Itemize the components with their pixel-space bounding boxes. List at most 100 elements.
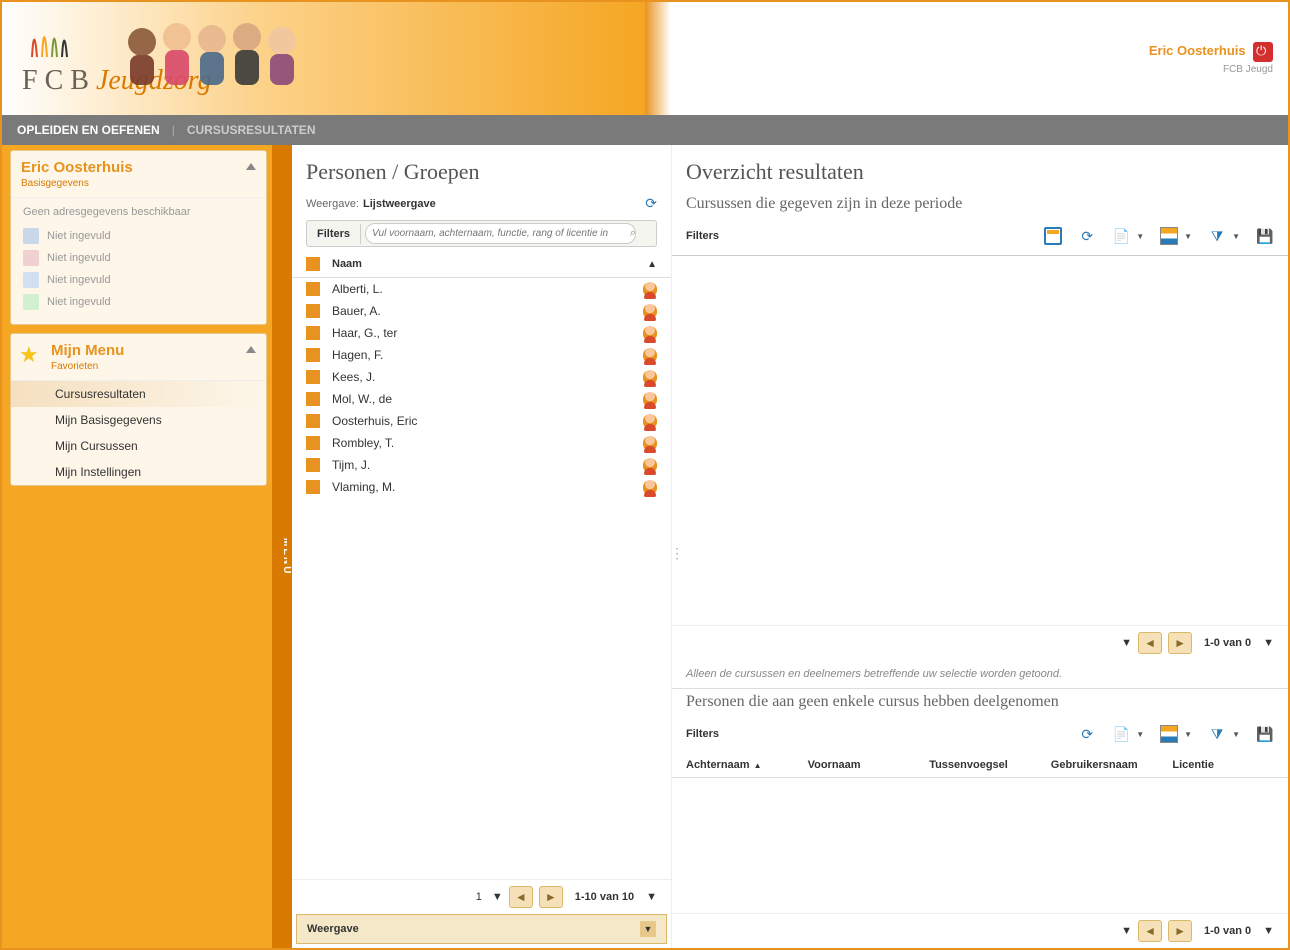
- row-checkbox[interactable]: [306, 458, 320, 472]
- menu-item-instellingen[interactable]: Mijn Instellingen: [11, 459, 266, 485]
- filter-dropdown-icon[interactable]: ▼: [1232, 730, 1240, 739]
- menu-item-basisgegevens[interactable]: Mijn Basisgegevens: [11, 407, 266, 433]
- person-row[interactable]: Bauer, A.: [292, 300, 671, 322]
- menu-list: Cursusresultaten Mijn Basisgegevens Mijn…: [11, 381, 266, 485]
- person-icon: [643, 480, 657, 494]
- export-dropdown-icon[interactable]: ▼: [1136, 730, 1144, 739]
- persons-table-header: Achternaam ▲ Voornaam Tussenvoegsel Gebr…: [672, 753, 1288, 778]
- export-icon[interactable]: 📄: [1112, 725, 1130, 743]
- logout-button[interactable]: [1253, 42, 1273, 62]
- next-page-button[interactable]: ►: [1168, 920, 1192, 942]
- save-icon[interactable]: 💾: [1256, 227, 1274, 245]
- filter-dropdown-icon[interactable]: ▼: [1232, 232, 1240, 241]
- courses-toolbar: Filters ⟳ 📄 ▼ ▼ ⧩ ▼ 💾: [672, 221, 1288, 256]
- col-voornaam[interactable]: Voornaam: [808, 759, 910, 771]
- prev-page-button[interactable]: ◄: [1138, 632, 1162, 654]
- menu-item-cursussen[interactable]: Mijn Cursussen: [11, 433, 266, 459]
- name-column-header[interactable]: Naam: [332, 258, 362, 270]
- collapse-up-icon[interactable]: [246, 163, 256, 170]
- person-row[interactable]: Hagen, F.: [292, 344, 671, 366]
- col-tussenvoegsel[interactable]: Tussenvoegsel: [929, 759, 1031, 771]
- weergave-label: Weergave: [307, 923, 359, 935]
- header-user-block: Eric Oosterhuis FCB Jeugd: [1149, 42, 1273, 75]
- nav-sub[interactable]: CURSUSRESULTATEN: [187, 123, 316, 137]
- columns-dropdown-icon[interactable]: ▼: [1184, 730, 1192, 739]
- row-checkbox[interactable]: [306, 480, 320, 494]
- clear-filter-icon[interactable]: ⌕: [630, 227, 636, 240]
- page-size-dropdown-icon[interactable]: ▼: [1263, 925, 1274, 937]
- next-page-button[interactable]: ►: [539, 886, 563, 908]
- star-icon: ★: [19, 342, 39, 368]
- person-row[interactable]: Kees, J.: [292, 366, 671, 388]
- calendar-icon[interactable]: [1044, 227, 1062, 245]
- sort-asc-icon[interactable]: ▲: [647, 259, 657, 270]
- courses-empty-area: [672, 256, 1288, 625]
- person-row[interactable]: Haar, G., ter: [292, 322, 671, 344]
- logo-squiggle-icon: [22, 12, 82, 62]
- row-checkbox[interactable]: [306, 436, 320, 450]
- next-page-button[interactable]: ►: [1168, 632, 1192, 654]
- refresh-icon[interactable]: ⟳: [645, 195, 657, 212]
- row-checkbox[interactable]: [306, 304, 320, 318]
- row-checkbox[interactable]: [306, 326, 320, 340]
- export-icon[interactable]: 📄: [1112, 227, 1130, 245]
- filter-input[interactable]: [365, 223, 636, 244]
- prev-page-button[interactable]: ◄: [1138, 920, 1162, 942]
- filter-funnel-icon[interactable]: ⧩: [1208, 725, 1226, 743]
- person-icon: [643, 370, 657, 384]
- page-range: 1-0 van 0: [1204, 637, 1251, 649]
- col-licentie[interactable]: Licentie: [1172, 759, 1274, 771]
- persons-pager-bottom: ▼ ◄ ► 1-0 van 0 ▼: [672, 913, 1288, 948]
- columns-icon[interactable]: [1160, 227, 1178, 245]
- nav-main[interactable]: OPLEIDEN EN OEFENEN: [17, 123, 160, 137]
- menu-panel-subtitle: Favorieten: [51, 361, 124, 372]
- page-dropdown-icon[interactable]: ▼: [1121, 925, 1132, 937]
- info-line-card: Niet ingevuld: [23, 294, 254, 310]
- page-dropdown-icon[interactable]: ▼: [1121, 637, 1132, 649]
- collapse-up-icon[interactable]: [246, 346, 256, 353]
- row-checkbox[interactable]: [306, 282, 320, 296]
- content-area: Personen / Groepen Weergave: Lijstweerga…: [292, 145, 1288, 948]
- main-layout: Eric Oosterhuis Basisgegevens Geen adres…: [2, 145, 1288, 948]
- page-size-dropdown-icon[interactable]: ▼: [646, 891, 657, 903]
- person-row[interactable]: Alberti, L.: [292, 278, 671, 300]
- page-range: 1-10 van 10: [575, 891, 634, 903]
- no-address-text: Geen adresgegevens beschikbaar: [23, 206, 254, 218]
- col-gebruikersnaam[interactable]: Gebruikersnaam: [1051, 759, 1153, 771]
- row-checkbox[interactable]: [306, 414, 320, 428]
- row-checkbox[interactable]: [306, 348, 320, 362]
- person-row[interactable]: Mol, W., de: [292, 388, 671, 410]
- view-row: Weergave: Lijstweergave ⟳: [292, 191, 671, 216]
- row-checkbox[interactable]: [306, 370, 320, 384]
- row-checkbox[interactable]: [306, 392, 320, 406]
- save-icon[interactable]: 💾: [1256, 725, 1274, 743]
- filters-label: Filters: [686, 230, 719, 242]
- nav-bar: OPLEIDEN EN OEFENEN | CURSUSRESULTATEN: [2, 115, 1288, 145]
- list-header: Naam ▲: [292, 251, 671, 278]
- weergave-expand-bar[interactable]: Weergave ▼: [296, 914, 667, 944]
- prev-page-button[interactable]: ◄: [509, 886, 533, 908]
- person-row[interactable]: Oosterhuis, Eric: [292, 410, 671, 432]
- person-row[interactable]: Vlaming, M.: [292, 476, 671, 498]
- mobile-icon: [23, 250, 39, 266]
- card-icon: [23, 294, 39, 310]
- person-row[interactable]: Tijm, J.: [292, 454, 671, 476]
- page-dropdown-icon[interactable]: ▼: [492, 891, 503, 903]
- no-course-persons-section: Personen die aan geen enkele cursus hebb…: [672, 688, 1288, 948]
- col-achternaam[interactable]: Achternaam ▲: [686, 759, 788, 771]
- person-row[interactable]: Rombley, T.: [292, 432, 671, 454]
- refresh-icon[interactable]: ⟳: [1078, 725, 1096, 743]
- filter-funnel-icon[interactable]: ⧩: [1208, 227, 1226, 245]
- filters-label: Filters: [686, 728, 719, 740]
- columns-icon[interactable]: [1160, 725, 1178, 743]
- person-icon: [643, 282, 657, 296]
- menu-item-cursusresultaten[interactable]: Cursusresultaten: [11, 381, 266, 407]
- page-range: 1-0 van 0: [1204, 925, 1251, 937]
- select-all-checkbox[interactable]: [306, 257, 320, 271]
- page-number: 1: [476, 891, 482, 903]
- refresh-icon[interactable]: ⟳: [1078, 227, 1096, 245]
- page-size-dropdown-icon[interactable]: ▼: [1263, 637, 1274, 649]
- person-icon: [643, 414, 657, 428]
- columns-dropdown-icon[interactable]: ▼: [1184, 232, 1192, 241]
- export-dropdown-icon[interactable]: ▼: [1136, 232, 1144, 241]
